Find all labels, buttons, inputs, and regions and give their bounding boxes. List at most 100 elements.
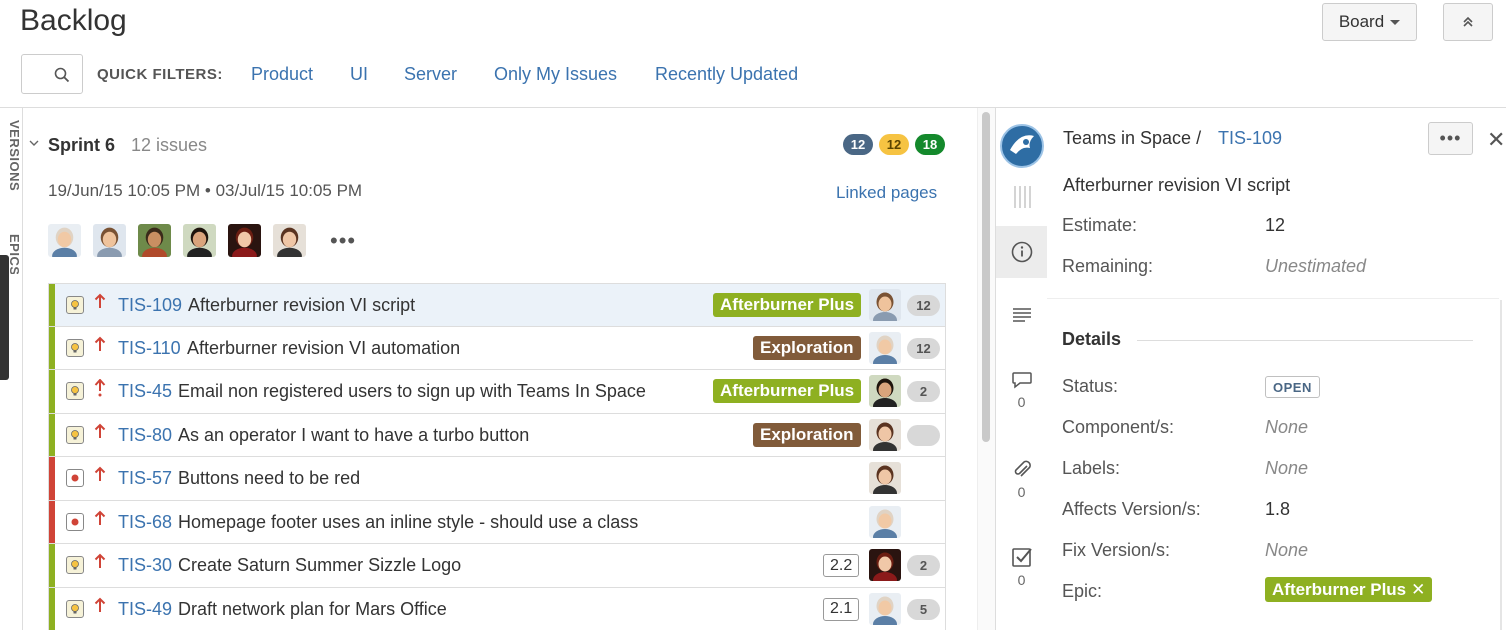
linked-pages-link[interactable]: Linked pages [836,183,937,203]
comments-tab[interactable]: 0 [996,370,1047,410]
issue-row[interactable]: TIS-45 Email non registered users to sign… [48,370,946,414]
chevron-double-up-icon [1463,16,1473,27]
affects-version-value[interactable]: 1.8 [1265,499,1290,520]
avatar[interactable] [48,224,81,257]
details-heading: Details [1062,329,1122,349]
issue-key[interactable]: TIS-30 [118,555,172,576]
epic-lozenge[interactable]: Afterburner Plus [713,293,862,317]
story-points-badge: 2 [907,381,940,402]
status-badge[interactable]: OPEN [1265,376,1320,398]
avatar[interactable] [869,418,901,451]
issue-row[interactable]: TIS-109 Afterburner revision VI script Aft… [48,283,946,327]
issue-row[interactable]: TIS-110 Afterburner revision VI automatio… [48,326,946,370]
issue-key[interactable]: TIS-57 [118,468,172,489]
side-panel-drag-handle[interactable] [0,255,9,380]
issue-key[interactable]: TIS-49 [118,599,172,620]
avatar[interactable] [869,289,901,321]
board-button[interactable]: Board [1322,3,1417,41]
avatar[interactable] [869,375,901,407]
components-value[interactable]: None [1265,417,1308,438]
story-type-icon [66,599,84,618]
avatar[interactable] [869,505,901,538]
epic-lozenge[interactable]: Afterburner Plus ✕ [1265,577,1433,602]
epic-lozenge[interactable]: Afterburner Plus [713,379,862,403]
remove-epic-icon[interactable]: ✕ [1411,580,1425,600]
detail-scrollbar[interactable] [1500,300,1502,630]
side-panel-tabs: VERSIONS EPICS [0,108,22,630]
versions-tab[interactable]: VERSIONS [0,120,22,191]
priority-high-icon [94,466,106,487]
issue-key[interactable]: TIS-68 [118,512,172,533]
avatar[interactable] [228,224,261,257]
board-button-label: Board [1338,12,1385,31]
issue-status-bar [49,413,55,456]
epic-lozenge[interactable]: Exploration [753,335,861,360]
priority-high-icon [94,423,106,444]
issue-key[interactable]: TIS-109 [118,295,182,316]
quick-filters-label: QUICK FILTERS: [97,66,223,83]
quick-filter-product[interactable]: Product [251,64,313,85]
subtasks-tab[interactable]: 0 [996,546,1047,588]
labels-value[interactable]: None [1265,458,1308,479]
issue-row[interactable]: TIS-80 As an operator I want to have a tu… [48,413,946,457]
sprint-collapse-chevron-icon[interactable] [29,137,39,151]
detail-separator [1047,298,1499,299]
quick-filter-only-my-issues[interactable]: Only My Issues [494,64,617,85]
bug-type-icon [66,512,84,531]
priority-high-icon [94,553,106,574]
issue-status-bar [49,284,55,326]
detail-summary[interactable]: Afterburner revision VI script [1063,175,1290,196]
issue-key[interactable]: TIS-110 [118,338,181,359]
collapse-header-button[interactable] [1443,3,1493,41]
avatar[interactable] [138,224,171,257]
fix-version-value[interactable]: None [1265,540,1308,561]
issue-summary: Afterburner revision VI automation [187,337,461,358]
remaining-value[interactable]: Unestimated [1265,256,1366,277]
issue-key[interactable]: TIS-80 [118,425,172,446]
avatar[interactable] [183,224,216,257]
priority-highest-icon [94,378,106,402]
status-label: Status: [1062,376,1119,396]
epic-lozenge[interactable]: Exploration [753,422,861,447]
info-icon [1011,241,1032,263]
close-icon[interactable]: ✕ [1487,127,1505,153]
estimate-value[interactable]: 12 [1265,215,1285,236]
drag-handle-icon[interactable] [996,184,1047,210]
sprint-dates: 19/Jun/15 10:05 PM • 03/Jul/15 10:05 PM [48,181,362,201]
page-title: Backlog [20,4,127,37]
components-label: Component/s: [1062,417,1175,437]
sprint-end-date: 03/Jul/15 10:05 PM [215,181,363,200]
avatar[interactable] [273,224,306,257]
detail-project-name[interactable]: Teams in Space / [1063,128,1201,149]
detail-more-button[interactable]: ••• [1428,122,1473,155]
issue-row[interactable]: TIS-57 Buttons need to be red [48,457,946,501]
story-type-icon [66,382,84,400]
quick-filter-recently-updated[interactable]: Recently Updated [655,64,798,85]
issue-row[interactable]: TIS-30 Create Saturn Summer Sizzle Logo 2.… [48,544,946,588]
quick-filter-server[interactable]: Server [404,64,457,85]
attachments-tab[interactable]: 0 [996,458,1047,500]
issue-row[interactable]: TIS-68 Homepage footer uses an inline sty… [48,500,946,544]
issue-summary: Create Saturn Summer Sizzle Logo [178,555,462,575]
details-tab[interactable] [996,226,1047,278]
avatar[interactable] [869,331,901,364]
search-input[interactable] [21,54,83,94]
checkbox-icon [1011,548,1032,567]
detail-issue-key[interactable]: TIS-109 [1218,128,1282,149]
issue-summary: Draft network plan for Mars Office [178,598,447,619]
description-tab[interactable] [996,306,1047,326]
issue-row[interactable]: TIS-49 Draft network plan for Mars Office… [48,587,946,630]
avatar[interactable] [93,224,126,257]
story-points-badge: 5 [907,598,940,620]
backlog-scroll-thumb[interactable] [982,112,990,442]
avatar[interactable] [869,592,901,625]
epic-label: Epic: [1062,581,1103,601]
avatar[interactable] [869,462,901,494]
more-assignees-button[interactable]: ••• [330,228,356,254]
issue-summary: As an operator I want to have a turbo bu… [178,424,530,445]
issue-summary: Afterburner revision VI script [188,295,416,315]
issue-key[interactable]: TIS-45 [118,381,172,402]
quick-filter-ui[interactable]: UI [350,64,368,85]
inprogress-count-badge: 12 [879,134,909,155]
avatar[interactable] [869,549,901,581]
